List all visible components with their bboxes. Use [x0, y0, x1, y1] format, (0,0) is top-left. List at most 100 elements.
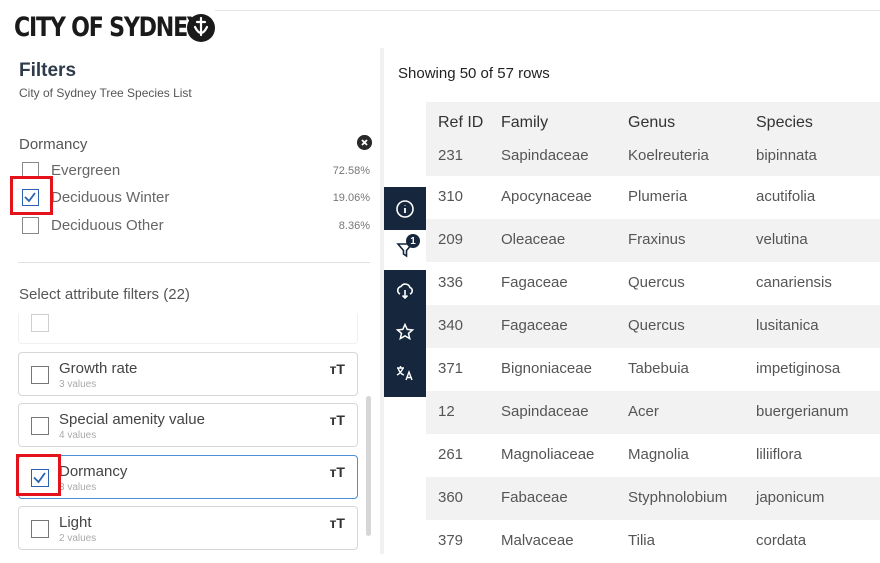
top-divider [215, 10, 880, 11]
cell-genus: Tabebuia [628, 360, 689, 377]
column-header-family[interactable]: Family [501, 114, 548, 132]
cloud-download-icon [397, 283, 413, 300]
text-type-icon: ᴛT [329, 464, 345, 480]
star-icon [395, 322, 415, 341]
cell-genus: Plumeria [628, 188, 688, 205]
cell-family: Fagaceae [501, 317, 568, 334]
dormancy-option-evergreen[interactable]: Evergreen 72.58% [22, 160, 374, 182]
filters-subtitle: City of Sydney Tree Species List [19, 86, 192, 100]
option-label: Evergreen [51, 162, 121, 179]
attribute-card-special-amenity-value[interactable]: Special amenity value 4 values ᴛT [18, 403, 358, 447]
cell-genus: Koelreuteria [628, 147, 709, 164]
attribute-filters-title: Select attribute filters (22) [19, 286, 190, 303]
cell-genus: Acer [628, 403, 659, 420]
section-divider [18, 262, 370, 263]
favourite-button[interactable] [384, 312, 426, 352]
table-row[interactable]: 231 Sapindaceae Koelreuteria bipinnata [426, 146, 880, 176]
attribute-card-dormancy[interactable]: Dormancy 3 values ᴛT [18, 455, 358, 499]
cell-ref-id: 310 [438, 188, 464, 205]
attribute-card-light[interactable]: Light 2 values ᴛT [18, 506, 358, 550]
cell-genus: Tilia [628, 532, 655, 549]
attribute-name: Light [59, 514, 92, 531]
attribute-name: Special amenity value [59, 411, 205, 428]
table-row[interactable]: 310 Apocynaceae Plumeria acutifolia [426, 176, 880, 219]
cell-genus: Styphnolobium [628, 489, 728, 506]
table-row[interactable]: 209 Oleaceae Fraxinus velutina [426, 219, 880, 262]
attribute-count: 2 values [59, 533, 97, 544]
table-row[interactable]: 340 Fagaceae Quercus lusitanica [426, 305, 880, 348]
checkbox[interactable] [31, 417, 49, 435]
cell-family: Fagaceae [501, 274, 568, 291]
cell-species: japonicum [756, 489, 825, 506]
dormancy-option-deciduous-winter[interactable]: Deciduous Winter 19.06% [22, 187, 374, 209]
logo-text: CITY OF SYDNEY [14, 12, 203, 43]
option-label: Deciduous Other [51, 217, 164, 234]
translate-button[interactable] [384, 353, 426, 393]
cell-ref-id: 371 [438, 360, 464, 377]
cell-family: Fabaceae [501, 489, 568, 506]
checkbox[interactable] [22, 217, 39, 234]
attribute-card-growth-rate[interactable]: Growth rate 3 values ᴛT [18, 352, 358, 396]
column-header-species[interactable]: Species [756, 114, 813, 132]
highlight-box [10, 176, 53, 215]
table-row[interactable]: 12 Sapindaceae Acer buergerianum [426, 391, 880, 434]
table-row[interactable]: 379 Malvaceae Tilia cordata [426, 520, 880, 563]
data-table: Ref ID Family Genus Species 231 Sapindac… [426, 102, 880, 554]
cell-species: buergerianum [756, 403, 849, 420]
cell-species: velutina [756, 231, 808, 248]
checkbox[interactable] [31, 314, 49, 332]
attribute-count: 3 values [59, 482, 97, 493]
attribute-count: 3 values [59, 379, 97, 390]
download-button[interactable] [384, 271, 426, 311]
text-type-icon: ᴛT [329, 412, 345, 428]
filter-button[interactable]: 1 [384, 230, 426, 270]
info-button[interactable] [384, 189, 426, 229]
cell-species: acutifolia [756, 188, 816, 205]
attribute-card-partial[interactable] [18, 314, 358, 344]
column-header-genus[interactable]: Genus [628, 114, 675, 132]
attribute-name: Growth rate [59, 360, 138, 377]
cell-genus: Quercus [628, 274, 685, 291]
translate-icon [396, 366, 413, 381]
cell-family: Sapindaceae [501, 403, 589, 420]
text-type-icon: ᴛT [329, 361, 345, 377]
city-of-sydney-logo[interactable]: CITY OF SYDNEY [14, 12, 215, 44]
table-row[interactable]: 371 Bignoniaceae Tabebuia impetiginosa [426, 348, 880, 391]
attribute-filter-list[interactable]: Growth rate 3 values ᴛT Special amenity … [18, 314, 364, 554]
cell-species: lusitanica [756, 317, 819, 334]
column-header-ref-id[interactable]: Ref ID [438, 114, 483, 132]
table-row[interactable]: 360 Fabaceae Styphnolobium japonicum [426, 477, 880, 520]
side-toolbar: 1 [384, 187, 426, 397]
checkbox[interactable] [31, 520, 49, 538]
cell-ref-id: 209 [438, 231, 464, 248]
attribute-count: 4 values [59, 430, 97, 441]
cell-species: liliiflora [756, 446, 802, 463]
highlight-box [16, 454, 61, 496]
option-percent: 8.36% [338, 220, 370, 232]
filters-panel: Filters City of Sydney Tree Species List… [0, 48, 380, 554]
table-header: Ref ID Family Genus Species [426, 102, 880, 146]
cell-family: Bignoniaceae [501, 360, 592, 377]
checkbox[interactable] [31, 366, 49, 384]
filters-title: Filters [19, 60, 77, 81]
option-percent: 72.58% [332, 165, 370, 177]
clear-filter-icon[interactable] [357, 135, 372, 150]
cell-species: impetiginosa [756, 360, 841, 377]
dormancy-option-deciduous-other[interactable]: Deciduous Other 8.36% [22, 215, 374, 237]
filter-list-scrollbar[interactable] [366, 396, 371, 536]
attribute-name: Dormancy [59, 463, 128, 480]
cell-ref-id: 261 [438, 446, 464, 463]
cell-family: Sapindaceae [501, 147, 589, 164]
table-row[interactable]: 336 Fagaceae Quercus canariensis [426, 262, 880, 305]
cell-genus: Quercus [628, 317, 685, 334]
text-type-icon: ᴛT [329, 515, 345, 531]
cell-family: Apocynaceae [501, 188, 592, 205]
cell-family: Oleaceae [501, 231, 566, 248]
cell-ref-id: 231 [438, 147, 464, 164]
table-row[interactable]: 261 Magnoliaceae Magnolia liliiflora [426, 434, 880, 477]
cell-species: bipinnata [756, 147, 817, 164]
cell-genus: Magnolia [628, 446, 689, 463]
cell-species: cordata [756, 532, 807, 549]
option-percent: 19.06% [332, 192, 370, 204]
cell-ref-id: 340 [438, 317, 464, 334]
